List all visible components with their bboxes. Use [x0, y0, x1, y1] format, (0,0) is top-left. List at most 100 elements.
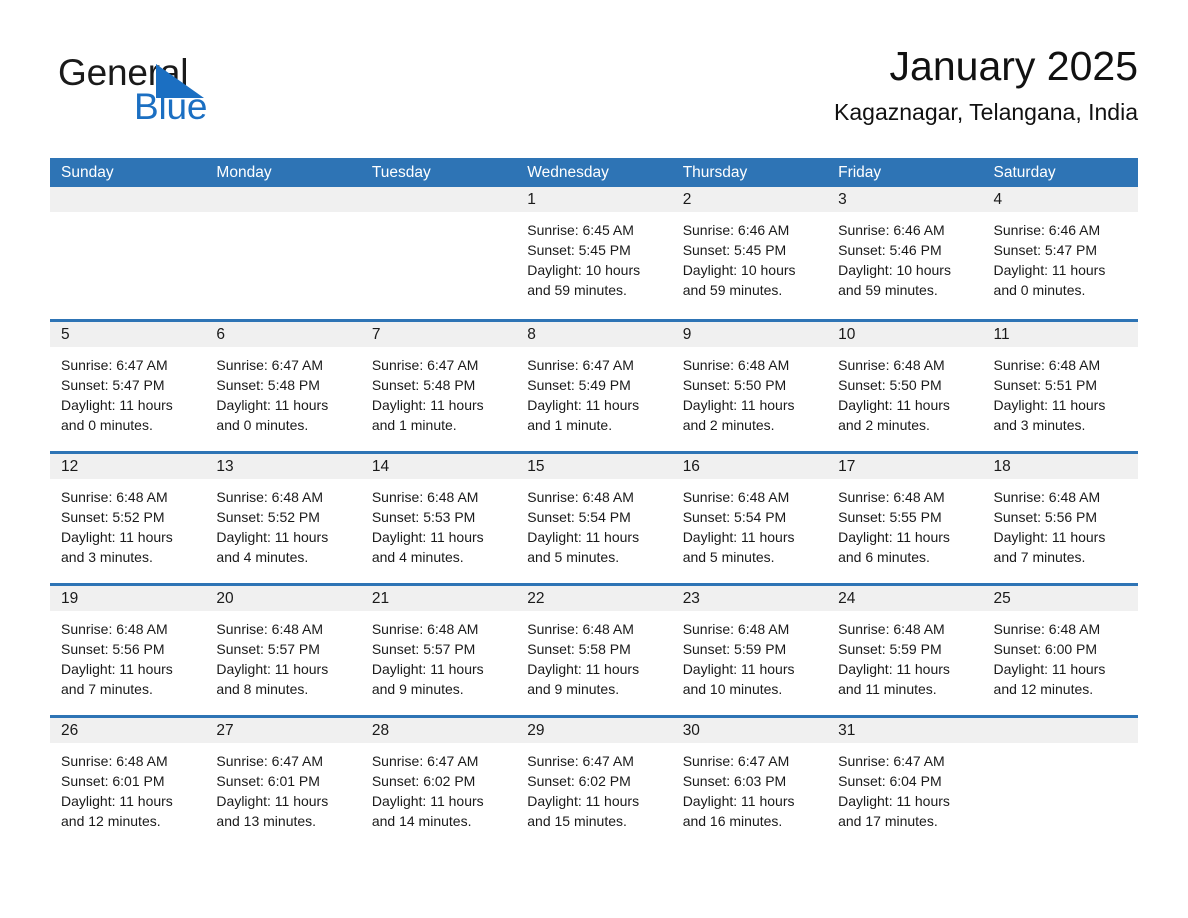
day-details: Sunrise: 6:48 AM Sunset: 5:54 PM Daylight:… [516, 479, 671, 567]
day-cell[interactable]: 11 Sunrise: 6:48 AM Sunset: 5:51 PM Dayligh… [982, 322, 1138, 451]
day-number: 20 [205, 586, 361, 611]
day-cell[interactable]: 14 Sunrise: 6:48 AM Sunset: 5:53 PM Dayligh… [360, 454, 517, 583]
daylight-text-line1: Daylight: 11 hours [61, 397, 173, 413]
sunset-text: Sunset: 5:56 PM [993, 509, 1098, 525]
daylight-text-line1: Daylight: 11 hours [61, 793, 173, 809]
day-cell[interactable]: 9 Sunrise: 6:48 AM Sunset: 5:50 PM Daylight… [671, 322, 828, 451]
weekday-header-sunday: Sunday [61, 164, 114, 181]
day-details: Sunrise: 6:48 AM Sunset: 5:58 PM Daylight:… [516, 611, 671, 699]
day-number: 21 [360, 586, 517, 611]
day-cell[interactable]: 25 Sunrise: 6:48 AM Sunset: 6:00 PM Dayligh… [982, 586, 1138, 715]
sunset-text: Sunset: 5:59 PM [838, 641, 942, 657]
day-cell[interactable]: 22 Sunrise: 6:48 AM Sunset: 5:58 PM Dayligh… [516, 586, 672, 715]
day-details: Sunrise: 6:48 AM Sunset: 5:59 PM Daylight:… [672, 611, 827, 699]
weekday-header-thursday: Thursday [682, 164, 748, 181]
daylight-text-line2: and 4 minutes. [216, 549, 309, 565]
day-cell[interactable]: 5 Sunrise: 6:47 AM Sunset: 5:47 PM Daylight… [50, 322, 206, 451]
daylight-text-line2: and 17 minutes. [838, 813, 938, 829]
day-cell[interactable]: 2 Sunrise: 6:46 AM Sunset: 5:45 PM Daylight… [671, 187, 828, 319]
sunrise-text: Sunrise: 6:48 AM [61, 753, 168, 769]
day-number: 25 [982, 586, 1138, 611]
day-cell[interactable]: 27 Sunrise: 6:47 AM Sunset: 6:01 PM Dayligh… [205, 718, 361, 847]
daylight-text-line2: and 13 minutes. [216, 813, 317, 829]
day-number: 30 [671, 718, 828, 743]
day-cell[interactable]: 23 Sunrise: 6:48 AM Sunset: 5:59 PM Dayligh… [671, 586, 828, 715]
daylight-text-line2: and 59 minutes. [682, 282, 783, 298]
sunset-text: Sunset: 6:02 PM [527, 773, 631, 789]
daylight-text-line2: and 16 minutes. [682, 813, 783, 829]
day-cell[interactable]: 12 Sunrise: 6:48 AM Sunset: 5:52 PM Dayligh… [50, 454, 206, 583]
day-cell[interactable]: 1 Sunrise: 6:45 AM Sunset: 5:45 PM Daylight… [516, 187, 672, 319]
day-cell[interactable]: 31 Sunrise: 6:47 AM Sunset: 6:04 PM Dayligh… [827, 718, 983, 847]
day-details: Sunrise: 6:48 AM Sunset: 6:00 PM Daylight:… [983, 611, 1138, 699]
sunrise-text: Sunrise: 6:47 AM [371, 357, 479, 373]
weekday-header-saturday: Saturday [993, 164, 1056, 181]
sunrise-text: Sunrise: 6:47 AM [527, 753, 634, 769]
day-number: 17 [827, 454, 983, 479]
weeks-container: 1 Sunrise: 6:45 AM Sunset: 5:45 PM Daylight… [50, 187, 1138, 847]
page-subtitle-location: Kagaznagar, Telangana, India [834, 99, 1138, 125]
daylight-text-line2: and 0 minutes. [993, 282, 1086, 298]
daylight-text-line1: Daylight: 11 hours [216, 793, 329, 809]
week-row: 1 Sunrise: 6:45 AM Sunset: 5:45 PM Daylight… [50, 187, 1138, 319]
day-cell[interactable]: 17 Sunrise: 6:48 AM Sunset: 5:55 PM Dayligh… [827, 454, 983, 583]
daylight-text-line2: and 3 minutes. [993, 417, 1086, 433]
day-cell-empty [50, 187, 206, 319]
sunset-text: Sunset: 6:00 PM [993, 641, 1098, 657]
day-cell[interactable]: 18 Sunrise: 6:48 AM Sunset: 5:56 PM Dayligh… [982, 454, 1138, 583]
day-cell[interactable]: 3 Sunrise: 6:46 AM Sunset: 5:46 PM Daylight… [827, 187, 983, 319]
day-number: 14 [360, 454, 517, 479]
day-cell[interactable]: 30 Sunrise: 6:47 AM Sunset: 6:03 PM Dayligh… [671, 718, 828, 847]
day-cell[interactable]: 15 Sunrise: 6:48 AM Sunset: 5:54 PM Dayligh… [516, 454, 672, 583]
sunrise-text: Sunrise: 6:45 AM [527, 222, 634, 238]
weekday-header-row: Sunday Monday Tuesday Wednesday Thursday… [50, 158, 1138, 187]
week-row: 19 Sunrise: 6:48 AM Sunset: 5:56 PM Dayligh… [50, 583, 1138, 715]
daylight-text-line1: Daylight: 11 hours [371, 793, 484, 809]
day-cell[interactable]: 10 Sunrise: 6:48 AM Sunset: 5:50 PM Dayligh… [827, 322, 983, 451]
day-number: 6 [205, 322, 361, 347]
day-cell[interactable]: 20 Sunrise: 6:48 AM Sunset: 5:57 PM Dayligh… [205, 586, 361, 715]
sunrise-text: Sunrise: 6:46 AM [682, 222, 790, 238]
day-cell[interactable]: 16 Sunrise: 6:48 AM Sunset: 5:54 PM Dayligh… [671, 454, 828, 583]
daylight-text-line1: Daylight: 11 hours [682, 529, 795, 545]
day-cell[interactable]: 8 Sunrise: 6:47 AM Sunset: 5:49 PM Daylight… [516, 322, 672, 451]
day-cell[interactable]: 28 Sunrise: 6:47 AM Sunset: 6:02 PM Dayligh… [360, 718, 517, 847]
logo-text-blue: Blue [134, 86, 208, 127]
daylight-text-line1: Daylight: 11 hours [527, 397, 640, 413]
daylight-text-line1: Daylight: 11 hours [527, 661, 640, 677]
day-details: Sunrise: 6:48 AM Sunset: 5:56 PM Daylight:… [50, 611, 205, 699]
day-details: Sunrise: 6:48 AM Sunset: 5:52 PM Daylight:… [50, 479, 205, 567]
day-cell[interactable]: 24 Sunrise: 6:48 AM Sunset: 5:59 PM Dayligh… [827, 586, 983, 715]
daylight-text-line2: and 1 minute. [371, 417, 457, 433]
day-cell[interactable]: 19 Sunrise: 6:48 AM Sunset: 5:56 PM Dayligh… [50, 586, 206, 715]
day-cell[interactable]: 6 Sunrise: 6:47 AM Sunset: 5:48 PM Daylight… [205, 322, 361, 451]
day-cell-empty [205, 187, 361, 319]
day-number: 2 [671, 187, 828, 212]
day-details: Sunrise: 6:47 AM Sunset: 6:03 PM Daylight:… [672, 743, 827, 831]
day-number [50, 187, 206, 212]
daylight-text-line1: Daylight: 11 hours [527, 793, 640, 809]
daylight-text-line1: Daylight: 11 hours [838, 529, 950, 545]
day-cell[interactable]: 4 Sunrise: 6:46 AM Sunset: 5:47 PM Daylight… [982, 187, 1138, 319]
daylight-text-line2: and 12 minutes. [993, 681, 1094, 697]
daylight-text-line2: and 9 minutes. [371, 681, 464, 697]
day-details: Sunrise: 6:47 AM Sunset: 6:04 PM Daylight:… [827, 743, 982, 831]
day-cell[interactable]: 13 Sunrise: 6:48 AM Sunset: 5:52 PM Dayligh… [205, 454, 361, 583]
daylight-text-line2: and 59 minutes. [838, 282, 938, 298]
day-cell[interactable]: 29 Sunrise: 6:47 AM Sunset: 6:02 PM Dayligh… [516, 718, 672, 847]
day-number: 10 [827, 322, 983, 347]
generalblue-logo[interactable]: General Blue [58, 52, 298, 128]
day-cell[interactable]: 7 Sunrise: 6:47 AM Sunset: 5:48 PM Daylight… [360, 322, 517, 451]
sunset-text: Sunset: 6:01 PM [61, 773, 165, 789]
daylight-text-line2: and 3 minutes. [61, 549, 153, 565]
day-cell[interactable]: 21 Sunrise: 6:48 AM Sunset: 5:57 PM Dayligh… [360, 586, 517, 715]
day-cell[interactable]: 26 Sunrise: 6:48 AM Sunset: 6:01 PM Dayligh… [50, 718, 206, 847]
sunrise-text: Sunrise: 6:48 AM [993, 489, 1101, 505]
day-number: 12 [50, 454, 206, 479]
daylight-text-line2: and 14 minutes. [371, 813, 472, 829]
page-title: January 2025 [889, 43, 1138, 89]
sunset-text: Sunset: 5:47 PM [993, 242, 1098, 258]
sunset-text: Sunset: 5:45 PM [682, 242, 787, 258]
daylight-text-line1: Daylight: 11 hours [216, 529, 329, 545]
sunrise-text: Sunrise: 6:48 AM [838, 489, 945, 505]
